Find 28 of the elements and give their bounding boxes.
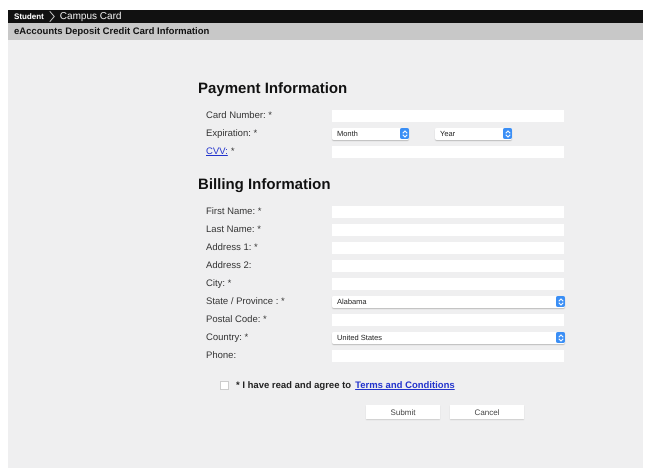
field-label: Card Number: * <box>206 110 272 121</box>
stepper-icon <box>400 128 409 139</box>
field-label: Country: * <box>206 332 248 343</box>
submit-button[interactable]: Submit <box>366 405 440 419</box>
cancel-button[interactable]: Cancel <box>450 405 524 419</box>
chevron-icon <box>48 10 55 23</box>
section-heading: Billing Information <box>198 176 332 193</box>
field-label: Postal Code: * <box>206 314 267 325</box>
field-label: Address 1: * <box>206 242 258 253</box>
cvv-link[interactable]: CVV: <box>206 146 228 157</box>
agreement-text: * I have read and agree to <box>236 380 352 391</box>
field-label: Phone: <box>206 350 236 361</box>
breadcrumb-link[interactable]: Student <box>14 12 44 21</box>
field-label: City: * <box>206 278 232 289</box>
section-heading: Payment Information <box>198 80 348 97</box>
field-label: State / Province : * <box>206 296 285 307</box>
field-label: Address 2: <box>206 260 252 271</box>
field-label: Last Name: * <box>206 224 261 235</box>
page-title: eAccounts Deposit Credit Card Information <box>14 26 210 37</box>
stepper-icon <box>503 128 512 139</box>
stepper-icon <box>556 332 565 343</box>
field-label: * <box>230 146 235 157</box>
field-label: Expiration: * <box>206 128 258 139</box>
checkbox[interactable] <box>220 381 229 390</box>
terms-link[interactable]: Terms and Conditions <box>355 380 455 391</box>
breadcrumb-current: Campus Card <box>60 11 122 22</box>
stepper-icon <box>556 296 565 307</box>
field-label: First Name: * <box>206 206 262 217</box>
